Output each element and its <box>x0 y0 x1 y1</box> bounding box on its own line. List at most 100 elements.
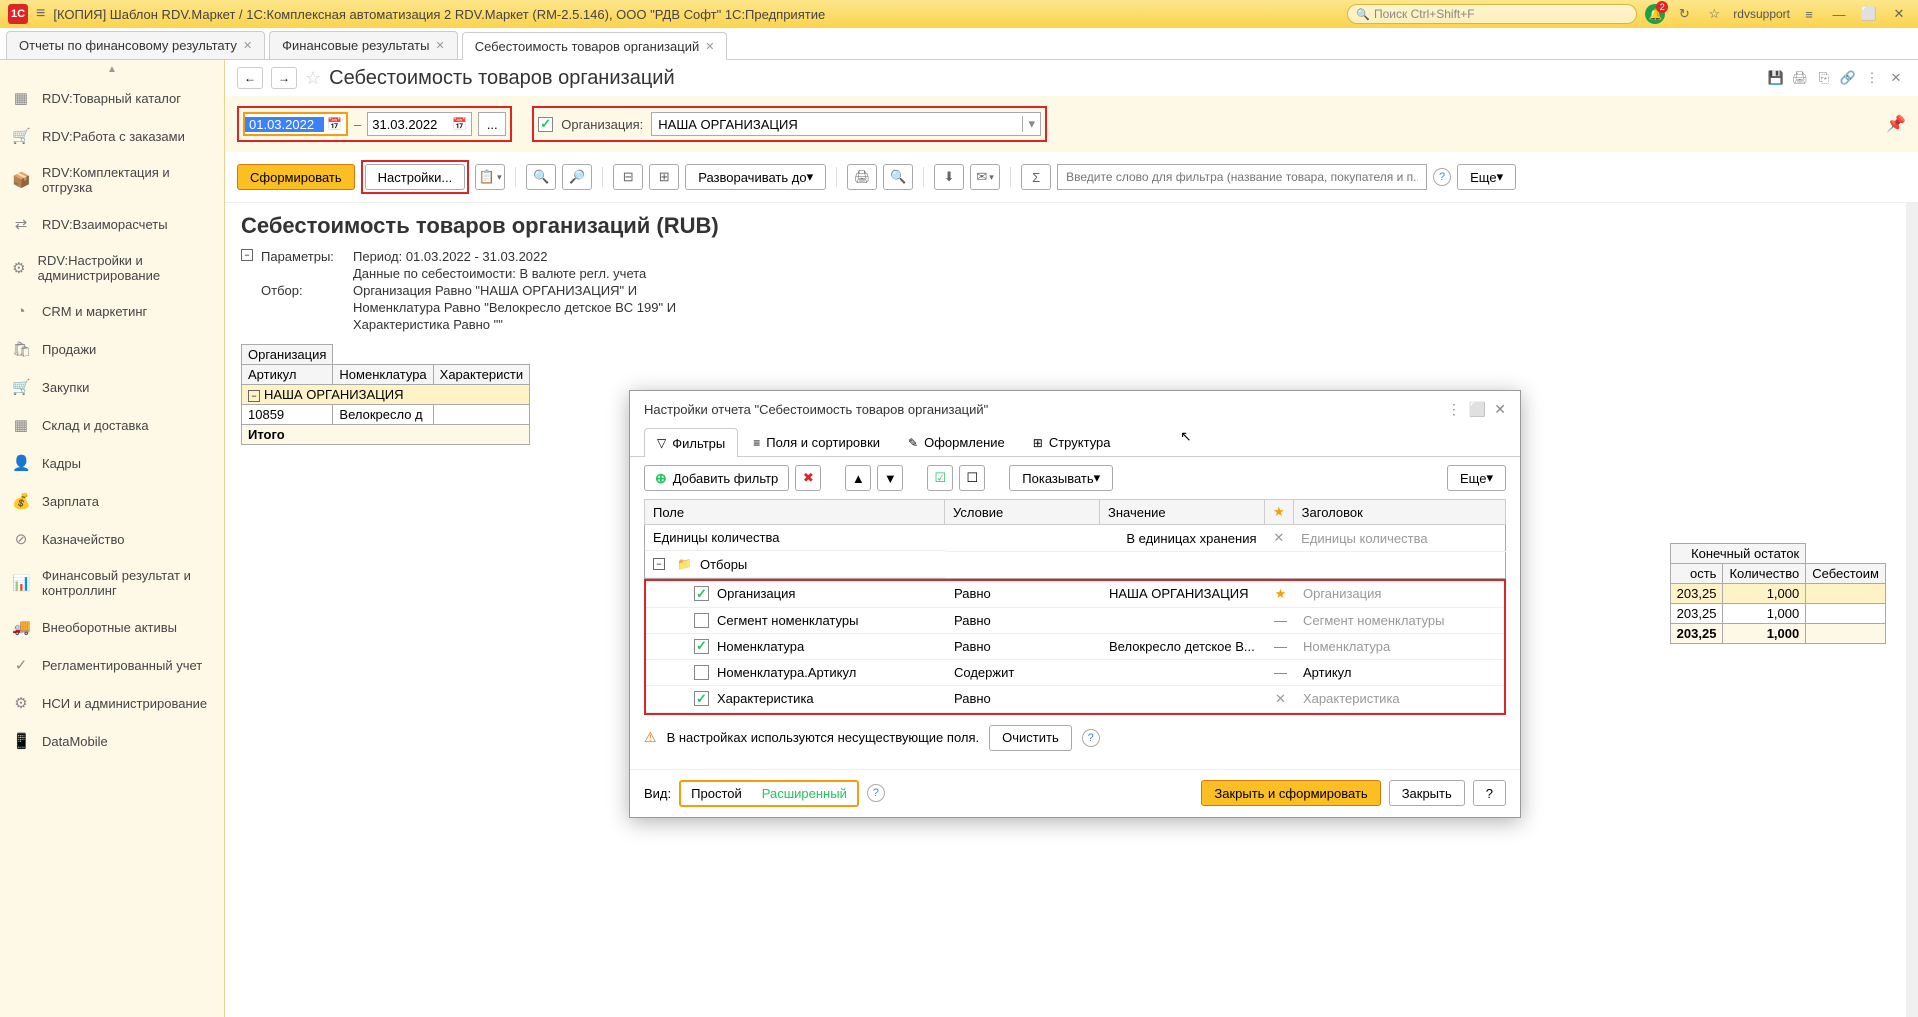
sidebar-collapse[interactable]: ▲ <box>0 60 224 79</box>
tab[interactable]: Финансовые результаты✕ <box>269 31 458 59</box>
dialog-tab[interactable]: ⊞Структура <box>1020 428 1124 456</box>
collapse-button[interactable]: ⊟ <box>613 164 643 190</box>
filter-row[interactable]: Организация Равно НАША ОРГАНИЗАЦИЯ ★ Орг… <box>646 581 1504 608</box>
add-filter-button[interactable]: ⊕Добавить фильтр <box>644 465 789 491</box>
download-button[interactable]: ⬇ <box>934 164 964 190</box>
more-icon[interactable]: ⋮ <box>1862 68 1882 88</box>
org-checkbox[interactable] <box>538 117 553 132</box>
sidebar-item[interactable]: 📱DataMobile <box>0 722 224 760</box>
tab[interactable]: Себестоимость товаров организаций✕ <box>462 32 728 60</box>
show-button[interactable]: Показывать ▾ <box>1009 465 1113 491</box>
period-picker-button[interactable]: ... <box>478 112 506 136</box>
nav-forward-button[interactable]: → <box>271 67 297 89</box>
mail-button[interactable]: ✉ <box>970 164 1000 190</box>
dialog-more-button[interactable]: Еще ▾ <box>1447 465 1506 491</box>
print-icon[interactable]: 🖨 <box>1790 68 1810 88</box>
date-to-input[interactable]: 📅 <box>367 112 472 136</box>
dialog-close-icon[interactable]: ✕ <box>1494 401 1506 418</box>
sidebar-item[interactable]: ✓Регламентированный учет <box>0 646 224 684</box>
move-up-button[interactable]: ▲ <box>845 465 871 491</box>
user-label[interactable]: rdvsupport <box>1733 7 1790 21</box>
find-next-button[interactable]: 🔎 <box>562 164 592 190</box>
dialog-tab[interactable]: ✎Оформление <box>895 428 1018 456</box>
filter-row[interactable]: Сегмент номенклатуры Равно — Сегмент ном… <box>646 607 1504 633</box>
maximize-icon[interactable]: ⬜ <box>1858 3 1880 25</box>
sidebar-item[interactable]: ⊘Казначейство <box>0 520 224 558</box>
settings-menu-button[interactable]: 📋 <box>475 164 505 190</box>
export-icon[interactable]: ⎘ <box>1814 68 1834 88</box>
filter-input[interactable] <box>1057 164 1427 190</box>
dialog-tab[interactable]: ≡Поля и сортировки <box>740 428 893 456</box>
nav-back-button[interactable]: ← <box>237 67 263 89</box>
sidebar-item[interactable]: ▦Склад и доставка <box>0 406 224 444</box>
filter-checkbox[interactable] <box>694 613 709 628</box>
date-from-input[interactable]: 📅 <box>243 112 348 136</box>
close-page-icon[interactable]: ✕ <box>1886 68 1906 88</box>
menu-icon[interactable]: ≡ <box>1798 3 1820 25</box>
clear-button[interactable]: Очистить <box>989 725 1072 751</box>
tab-close-icon[interactable]: ✕ <box>705 40 714 53</box>
dialog-tab[interactable]: ▽Фильтры <box>644 428 738 457</box>
preview-button[interactable]: 🔍 <box>883 164 913 190</box>
view-toggle[interactable]: Простой Расширенный <box>679 780 859 807</box>
check-all-button[interactable]: ☑ <box>927 465 953 491</box>
link-icon[interactable]: 🔗 <box>1838 68 1858 88</box>
sidebar-item[interactable]: ⚙RDV:Настройки и администрирование <box>0 243 224 293</box>
dialog-help-button[interactable]: ? <box>1473 780 1506 806</box>
sum-button[interactable]: Σ <box>1021 164 1051 190</box>
favorite-star-icon[interactable]: ☆ <box>305 68 321 89</box>
tab[interactable]: Отчеты по финансовому результату✕ <box>6 31 265 59</box>
expand-button[interactable]: ⊞ <box>649 164 679 190</box>
sidebar-item[interactable]: ◔CRM и маркетинг <box>0 293 224 330</box>
sidebar-item[interactable]: 🛒Закупки <box>0 368 224 406</box>
pin-icon[interactable]: 📌 <box>1886 114 1906 134</box>
form-button[interactable]: Сформировать <box>237 164 355 190</box>
filter-checkbox[interactable] <box>694 586 709 601</box>
move-down-button[interactable]: ▼ <box>877 465 903 491</box>
sidebar-item[interactable]: 📦RDV:Комплектация и отгрузка <box>0 155 224 205</box>
find-button[interactable]: 🔍 <box>526 164 556 190</box>
sidebar-item[interactable]: ▦RDV:Товарный каталог <box>0 79 224 117</box>
minimize-icon[interactable]: — <box>1828 3 1850 25</box>
view-help-button[interactable]: ? <box>867 784 885 802</box>
history-icon[interactable]: ↻ <box>1673 3 1695 25</box>
sidebar-item[interactable]: ⇄RDV:Взаиморасчеты <box>0 205 224 243</box>
sidebar-item[interactable]: 🚚Внеоборотные активы <box>0 608 224 646</box>
sidebar-item[interactable]: 📊Финансовый результат и контроллинг <box>0 558 224 608</box>
filter-row[interactable]: Номенклатура Равно Велокресло детское B.… <box>646 633 1504 659</box>
uncheck-all-button[interactable]: ☐ <box>959 465 985 491</box>
print-button[interactable]: 🖨 <box>847 164 877 190</box>
bell-icon[interactable]: 🔔 <box>1645 4 1665 24</box>
dropdown-icon[interactable]: ▾ <box>1022 116 1040 132</box>
org-select[interactable]: НАША ОРГАНИЗАЦИЯ ▾ <box>651 112 1041 136</box>
calendar-icon[interactable]: 📅 <box>327 117 342 131</box>
close-icon[interactable]: ✕ <box>1888 3 1910 25</box>
calendar-icon[interactable]: 📅 <box>452 117 467 131</box>
save-icon[interactable]: 💾 <box>1766 68 1786 88</box>
help-button[interactable]: ? <box>1433 168 1451 186</box>
filter-checkbox[interactable] <box>694 691 709 706</box>
filter-checkbox[interactable] <box>694 639 709 654</box>
delete-filter-button[interactable]: ✖ <box>795 465 821 491</box>
sidebar-item[interactable]: 🛍Продажи <box>0 330 224 368</box>
tab-close-icon[interactable]: ✕ <box>243 39 252 52</box>
collapse-toggle[interactable]: − <box>241 249 253 261</box>
burger-icon[interactable]: ≡ <box>36 5 45 23</box>
close-and-form-button[interactable]: Закрыть и сформировать <box>1201 780 1380 806</box>
more-button[interactable]: Еще ▾ <box>1457 164 1516 190</box>
sidebar-item[interactable]: 🛒RDV:Работа с заказами <box>0 117 224 155</box>
filter-checkbox[interactable] <box>694 665 709 680</box>
warn-help-button[interactable]: ? <box>1082 729 1100 747</box>
filter-row[interactable]: Номенклатура.Артикул Содержит — Артикул <box>646 659 1504 685</box>
settings-button[interactable]: Настройки... <box>365 164 466 190</box>
dialog-maximize-icon[interactable]: ⬜ <box>1469 401 1486 418</box>
close-dialog-button[interactable]: Закрыть <box>1389 780 1465 806</box>
sidebar-item[interactable]: ⚙НСИ и администрирование <box>0 684 224 722</box>
sidebar-item[interactable]: 👤Кадры <box>0 444 224 482</box>
filter-row[interactable]: Характеристика Равно ✕ Характеристика <box>646 685 1504 712</box>
dialog-menu-icon[interactable]: ⋮ <box>1447 401 1461 418</box>
expand-to-button[interactable]: Разворачивать до ▾ <box>685 164 826 190</box>
sidebar-item[interactable]: 💰Зарплата <box>0 482 224 520</box>
tab-close-icon[interactable]: ✕ <box>435 39 444 52</box>
star-icon[interactable]: ☆ <box>1703 3 1725 25</box>
